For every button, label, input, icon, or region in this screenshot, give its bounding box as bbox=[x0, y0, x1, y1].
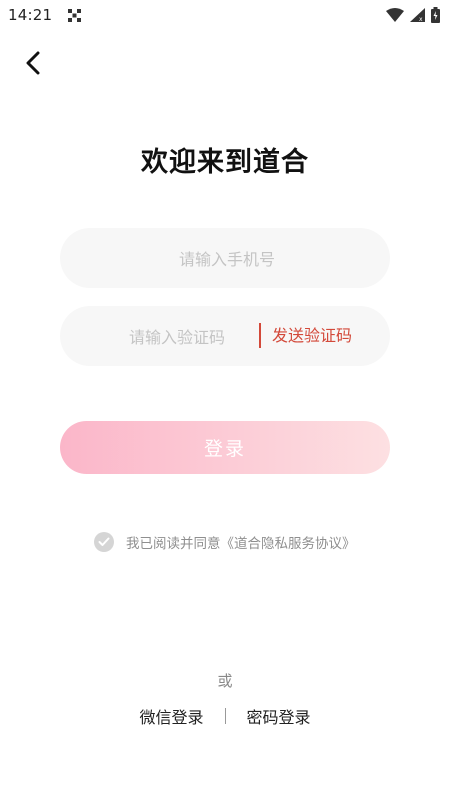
password-login-link[interactable]: 密码登录 bbox=[247, 704, 311, 728]
back-button[interactable] bbox=[18, 48, 48, 78]
battery-icon bbox=[431, 7, 440, 23]
status-time: 14:21 bbox=[8, 6, 53, 24]
checkmark-circle-icon[interactable] bbox=[94, 532, 114, 552]
status-icons: x bbox=[386, 7, 440, 23]
wifi-icon bbox=[386, 8, 404, 22]
svg-text:x: x bbox=[419, 16, 423, 22]
field-divider bbox=[259, 323, 261, 348]
phone-input[interactable] bbox=[60, 228, 394, 290]
verification-code-input[interactable] bbox=[90, 306, 264, 368]
status-bar: 14:21 x bbox=[0, 0, 450, 32]
agreement-checkbox-row[interactable]: 我已阅读并同意《道合隐私服务协议》 bbox=[94, 531, 356, 553]
app-notification-icon bbox=[68, 9, 81, 22]
send-code-button[interactable]: 发送验证码 bbox=[272, 306, 352, 366]
wechat-login-link[interactable]: 微信登录 bbox=[139, 704, 203, 728]
or-label: 或 bbox=[217, 672, 233, 690]
login-screen: 14:21 x 欢迎来到道合 请输入手机号 请输入验证码 发送验证码 登录 我已… bbox=[0, 0, 450, 800]
chevron-left-icon bbox=[26, 51, 40, 75]
page-title: 欢迎来到道合 bbox=[141, 147, 309, 178]
cell-signal-icon: x bbox=[410, 8, 425, 22]
alt-login-divider bbox=[224, 708, 226, 724]
alternate-login-row: 微信登录 密码登录 bbox=[0, 704, 450, 728]
phone-field[interactable] bbox=[60, 228, 394, 290]
verification-code-field[interactable]: 发送验证码 bbox=[60, 306, 390, 368]
login-button[interactable]: 登录 bbox=[60, 421, 390, 474]
agreement-text[interactable]: 我已阅读并同意《道合隐私服务协议》 bbox=[126, 532, 356, 552]
